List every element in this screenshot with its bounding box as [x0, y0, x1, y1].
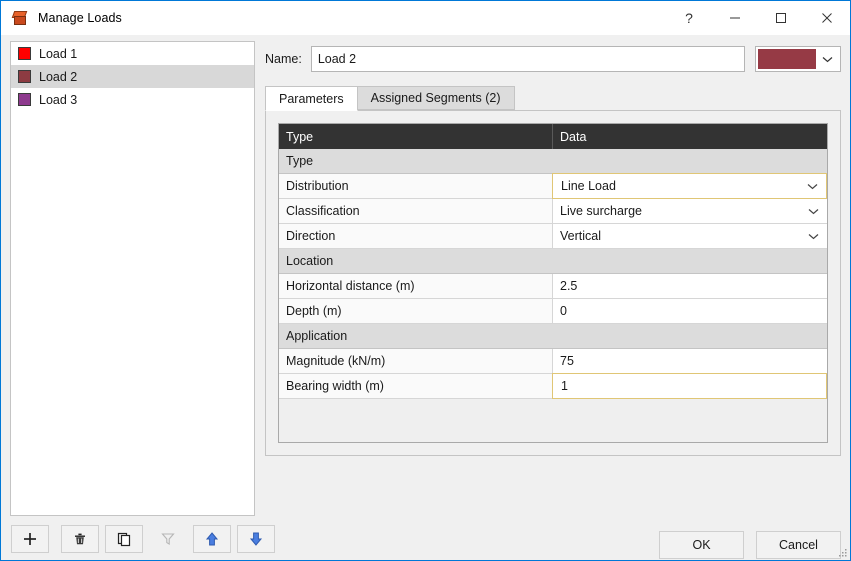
arrow-down-icon: [249, 532, 263, 546]
table-row: Depth (m) 0: [279, 299, 827, 324]
list-item-label: Load 1: [39, 46, 78, 61]
parameter-value: Line Load: [561, 179, 616, 193]
parameter-input[interactable]: 0: [553, 299, 827, 323]
list-item[interactable]: Load 3: [11, 88, 254, 111]
parameter-label: Horizontal distance (m): [279, 274, 553, 298]
arrow-up-icon: [205, 532, 219, 546]
name-label: Name:: [265, 52, 302, 66]
minimize-icon: [730, 17, 740, 18]
parameter-value: 75: [560, 354, 574, 368]
grid-empty-area: [279, 399, 827, 442]
ok-button[interactable]: OK: [659, 531, 744, 559]
delete-load-button[interactable]: [61, 525, 99, 553]
dialog-buttons: OK Cancel: [659, 531, 841, 559]
table-row: Direction Vertical: [279, 224, 827, 249]
load-color-swatch: [18, 47, 31, 60]
grid-group-row: Type: [279, 149, 827, 174]
tab-parameters[interactable]: Parameters: [265, 86, 358, 111]
move-up-button[interactable]: [193, 525, 231, 553]
grid-header-row: Type Data: [279, 124, 827, 149]
parameter-value: Live surcharge: [560, 204, 642, 218]
cube-icon: [11, 10, 28, 26]
manage-loads-dialog: Manage Loads ? Load 1 Load 2 Load 3 Name…: [0, 0, 851, 561]
help-icon: ?: [685, 9, 693, 26]
list-toolbar: [11, 525, 275, 553]
load-color-swatch: [18, 93, 31, 106]
parameter-input[interactable]: 2.5: [553, 274, 827, 298]
parameters-grid: Type Data Type Distribution Line Load Class…: [278, 123, 828, 443]
grid-group-row: Location: [279, 249, 827, 274]
duplicate-load-button[interactable]: [105, 525, 143, 553]
table-row: Horizontal distance (m) 2.5: [279, 274, 827, 299]
parameter-input[interactable]: 1: [552, 373, 827, 399]
chevron-down-icon: [808, 199, 819, 223]
funnel-icon: [161, 533, 175, 545]
load-color-picker[interactable]: [755, 46, 841, 72]
help-button[interactable]: ?: [666, 1, 712, 34]
color-swatch: [758, 49, 816, 69]
grid-group-row: Application: [279, 324, 827, 349]
list-item-label: Load 2: [39, 69, 78, 84]
table-row: Magnitude (kN/m) 75: [279, 349, 827, 374]
parameter-value: 2.5: [560, 279, 578, 293]
load-editor-pane: Name: ParametersAssigned Segments (2) Ty…: [265, 41, 841, 560]
list-item[interactable]: Load 1: [11, 42, 254, 65]
minimize-button[interactable]: [712, 1, 758, 34]
table-row: Bearing width (m) 1: [279, 373, 827, 399]
dialog-body: Load 1 Load 2 Load 3 Name: Load 2 Parame…: [1, 35, 850, 560]
window-title: Manage Loads: [38, 11, 122, 25]
table-row: Distribution Line Load: [279, 173, 827, 199]
load-color-swatch: [18, 70, 31, 83]
parameter-dropdown[interactable]: Live surcharge: [553, 199, 827, 223]
resize-grip[interactable]: [836, 546, 848, 558]
plus-icon: [24, 533, 36, 545]
chevron-down-icon: [816, 56, 838, 63]
parameters-tab-panel: Type Data Type Distribution Line Load Class…: [265, 110, 841, 456]
parameter-value: 0: [560, 304, 567, 318]
trash-icon: [75, 533, 85, 545]
parameter-value: Vertical: [560, 229, 601, 243]
close-icon: [822, 12, 832, 23]
window-controls: ?: [666, 1, 850, 34]
table-row: Classification Live surcharge: [279, 199, 827, 224]
chevron-down-icon: [807, 174, 818, 198]
parameter-dropdown[interactable]: Line Load: [552, 173, 827, 199]
list-item[interactable]: Load 2: [11, 65, 254, 88]
load-list[interactable]: Load 1 Load 2 Load 3: [10, 41, 255, 516]
column-header-type[interactable]: Type: [279, 124, 553, 149]
cancel-button[interactable]: Cancel: [756, 531, 841, 559]
parameter-dropdown[interactable]: Vertical: [553, 224, 827, 248]
name-row: Name:: [265, 46, 841, 72]
chevron-down-icon: [808, 224, 819, 248]
title-bar: Manage Loads ?: [1, 1, 850, 35]
parameter-input[interactable]: 75: [553, 349, 827, 373]
name-input[interactable]: [310, 46, 745, 72]
parameter-label: Distribution: [279, 174, 553, 198]
parameter-label: Magnitude (kN/m): [279, 349, 553, 373]
parameter-label: Bearing width (m): [279, 374, 553, 398]
add-load-button[interactable]: [11, 525, 49, 553]
grid-rows: Type Distribution Line Load Classification L…: [279, 149, 827, 399]
tab-assigned-segments[interactable]: Assigned Segments (2): [356, 86, 515, 110]
parameter-label: Direction: [279, 224, 553, 248]
parameter-label: Classification: [279, 199, 553, 223]
copy-icon: [117, 532, 131, 547]
tab-strip: Parameters Assigned Segments (2): [265, 86, 841, 111]
parameter-label: Depth (m): [279, 299, 553, 323]
maximize-icon: [776, 12, 786, 23]
parameter-value: 1: [561, 379, 568, 393]
list-item-label: Load 3: [39, 92, 78, 107]
close-button[interactable]: [804, 1, 850, 34]
column-header-data[interactable]: Data: [553, 124, 827, 149]
filter-button[interactable]: [149, 525, 187, 553]
maximize-button[interactable]: [758, 1, 804, 34]
